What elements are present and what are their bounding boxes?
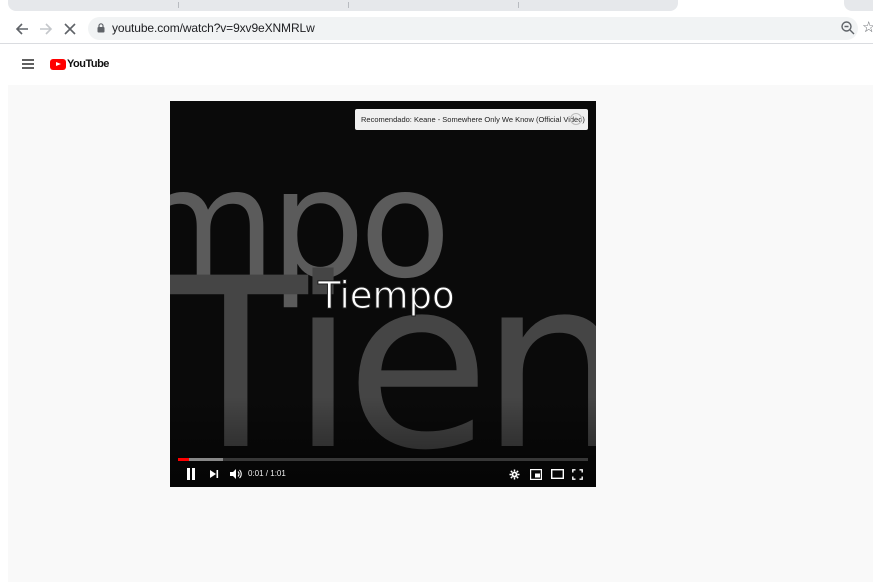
video-title-overlay: Tiempo (317, 274, 455, 317)
progress-played (178, 458, 189, 461)
lock-icon (97, 23, 105, 33)
tab-separator (348, 2, 349, 8)
video-frame[interactable]: mpo Tien Tiempo (170, 101, 596, 487)
arrow-right-icon (40, 22, 53, 35)
volume-icon (229, 469, 242, 479)
tab-strip (0, 0, 873, 13)
tab-separator (518, 2, 519, 8)
next-button[interactable] (207, 467, 221, 481)
zoom-icon[interactable] (840, 20, 856, 36)
youtube-logo-text: YouTube (67, 58, 109, 70)
theater-mode-button[interactable] (549, 467, 565, 481)
browser-tab[interactable] (8, 0, 678, 11)
video-player[interactable]: mpo Tien Tiempo Recomendado: Keane - Som… (170, 101, 596, 487)
info-icon[interactable]: i (570, 113, 582, 125)
browser-tab[interactable] (844, 0, 873, 11)
back-button[interactable] (11, 13, 33, 44)
gear-icon (508, 468, 520, 480)
recommendation-card[interactable]: Recomendado: Keane - Somewhere Only We K… (355, 109, 588, 130)
address-bar[interactable]: youtube.com/watch?v=9xv9eXNMRLw (88, 17, 858, 40)
fullscreen-button[interactable] (570, 467, 584, 481)
pause-icon (187, 468, 195, 480)
url-text[interactable]: youtube.com/watch?v=9xv9eXNMRLw (112, 21, 315, 35)
browser-toolbar: youtube.com/watch?v=9xv9eXNMRLw ☆ (0, 13, 873, 44)
youtube-header: YouTube (0, 45, 873, 85)
miniplayer-icon (530, 468, 542, 480)
skip-next-icon (210, 470, 219, 478)
stop-loading-button[interactable] (59, 13, 81, 44)
time-display: 0:01 / 1:01 (248, 469, 286, 478)
close-icon (64, 22, 76, 35)
theater-mode-icon (550, 469, 564, 479)
volume-button[interactable] (228, 467, 242, 481)
tab-separator (178, 2, 179, 8)
settings-button[interactable] (507, 467, 521, 481)
forward-button[interactable] (35, 13, 57, 44)
youtube-play-logo-icon (50, 58, 66, 70)
bookmark-star-icon[interactable]: ☆ (862, 18, 873, 36)
arrow-left-icon (15, 22, 28, 35)
pause-button[interactable] (184, 467, 198, 481)
fullscreen-icon (571, 468, 583, 480)
recommendation-text[interactable]: Recomendado: Keane - Somewhere Only We K… (361, 115, 585, 124)
player-controls: 0:01 / 1:01 (170, 463, 596, 485)
hamburger-menu-icon[interactable] (22, 59, 34, 69)
miniplayer-button[interactable] (528, 467, 544, 481)
youtube-logo[interactable]: YouTube (50, 58, 109, 70)
progress-bar[interactable] (178, 458, 588, 461)
